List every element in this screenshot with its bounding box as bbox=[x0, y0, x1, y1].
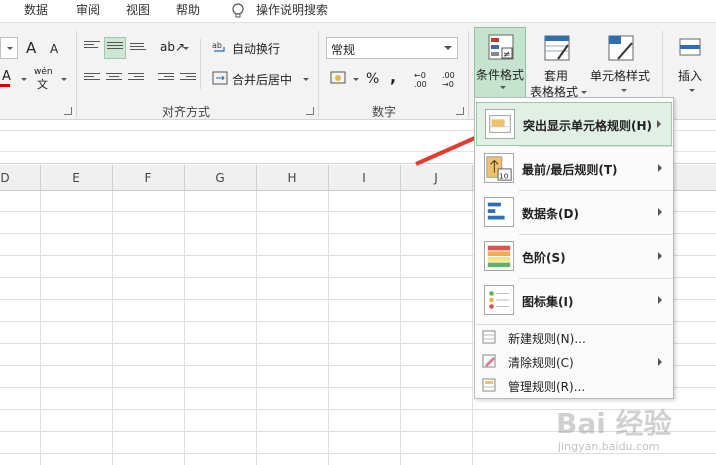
font-color-button[interactable]: A bbox=[0, 69, 16, 87]
conditional-formatting-menu: 突出显示单元格规则(H) 10 最前/最后规则(T) 数据条(D) 色阶(S) bbox=[474, 97, 674, 399]
align-right-icon[interactable] bbox=[128, 73, 144, 85]
ribbon-tabs: 数据 审阅 视图 帮助 操作说明搜索 bbox=[0, 0, 716, 22]
table-format-icon bbox=[544, 35, 570, 61]
menu-item-color-scales[interactable]: 色阶(S) bbox=[476, 235, 672, 279]
svg-text:10: 10 bbox=[499, 171, 509, 180]
insert-button[interactable]: 插入 bbox=[672, 31, 712, 117]
orientation-dropdown[interactable] bbox=[183, 47, 189, 50]
align-middle-button[interactable] bbox=[104, 37, 126, 59]
decrease-indent-icon[interactable] bbox=[158, 73, 174, 85]
svg-text:ab: ab bbox=[212, 41, 222, 50]
menu-item-manage-rules[interactable]: 管理规则(R)... bbox=[476, 374, 672, 398]
menu-item-data-bars[interactable]: 数据条(D) bbox=[476, 191, 672, 235]
increase-indent-icon[interactable] bbox=[180, 73, 196, 85]
color-scales-icon bbox=[484, 241, 514, 271]
menu-item-clear-rules[interactable]: 清除规则(C) bbox=[476, 350, 672, 374]
tab-help[interactable]: 帮助 bbox=[176, 2, 200, 18]
tab-data[interactable]: 数据 bbox=[24, 2, 48, 18]
data-bars-icon bbox=[484, 197, 514, 227]
clear-rules-icon bbox=[482, 354, 496, 368]
tab-review[interactable]: 审阅 bbox=[76, 2, 100, 18]
phonetic-dropdown[interactable] bbox=[61, 78, 67, 81]
font-color-letter: A bbox=[2, 69, 11, 84]
column-header-g[interactable]: G bbox=[184, 171, 256, 185]
wrap-text-button[interactable]: 自动换行 bbox=[232, 40, 280, 57]
column-header-f[interactable]: F bbox=[112, 171, 184, 185]
merge-dropdown[interactable] bbox=[303, 78, 309, 81]
alignment-group-label: 对齐方式 bbox=[162, 105, 211, 119]
align-top-icon[interactable] bbox=[84, 41, 100, 53]
watermark-url: jingyan.baidu.com bbox=[558, 440, 660, 453]
column-header-h[interactable]: H bbox=[256, 171, 328, 185]
menu-item-new-rule[interactable]: 新建规则(N)... bbox=[476, 326, 672, 350]
icon-sets-icon bbox=[484, 285, 514, 315]
phonetic-button[interactable]: wén 文 bbox=[32, 67, 60, 91]
number-group-label: 数字 bbox=[372, 105, 397, 119]
number-format-select[interactable]: 常规 bbox=[326, 37, 458, 59]
lightbulb-icon[interactable] bbox=[230, 2, 246, 20]
orientation-icon[interactable]: ab↗ bbox=[160, 40, 185, 54]
insert-cells-icon bbox=[679, 38, 701, 56]
column-header-j[interactable]: J bbox=[400, 171, 472, 185]
merge-center-icon bbox=[212, 71, 228, 85]
column-header-i[interactable]: I bbox=[328, 171, 400, 185]
column-header-d[interactable]: D bbox=[0, 171, 10, 185]
wrap-text-icon: ab bbox=[212, 41, 225, 52]
menu-item-icon-sets[interactable]: 图标集(I) bbox=[476, 279, 672, 323]
merge-center-button[interactable]: 合并后居中 bbox=[232, 71, 292, 88]
column-header-e[interactable]: E bbox=[40, 171, 112, 185]
increase-font-button[interactable]: A bbox=[26, 39, 36, 57]
decrease-decimal-button[interactable]: .00 →0 bbox=[442, 71, 464, 89]
menu-item-top-bottom-rules[interactable]: 10 最前/最后规则(T) bbox=[476, 147, 672, 191]
tab-view[interactable]: 视图 bbox=[126, 2, 150, 18]
percent-button[interactable]: % bbox=[366, 71, 379, 87]
conditional-formatting-icon: ≠ bbox=[488, 34, 514, 60]
highlight-cells-rules-icon bbox=[485, 109, 515, 139]
manage-rules-icon bbox=[482, 378, 496, 392]
font-size-box[interactable] bbox=[0, 37, 18, 59]
cell-styles-icon bbox=[608, 35, 634, 61]
decrease-font-button[interactable]: A bbox=[50, 42, 58, 56]
accounting-dropdown[interactable] bbox=[353, 78, 359, 81]
new-rule-icon bbox=[482, 330, 496, 344]
font-color-dropdown[interactable] bbox=[21, 78, 27, 81]
alignment-dialog-launcher[interactable] bbox=[306, 107, 314, 115]
accounting-format-icon[interactable] bbox=[330, 69, 348, 87]
menu-item-highlight-cells-rules[interactable]: 突出显示单元格规则(H) bbox=[476, 102, 672, 146]
font-dialog-launcher[interactable] bbox=[64, 107, 72, 115]
watermark-logo: Bai 经验 bbox=[556, 407, 672, 440]
svg-text:≠: ≠ bbox=[503, 50, 511, 60]
align-bottom-icon[interactable] bbox=[130, 43, 146, 55]
comma-button[interactable]: , bbox=[390, 67, 396, 86]
tell-me-search[interactable]: 操作说明搜索 bbox=[256, 2, 328, 18]
top-bottom-rules-icon: 10 bbox=[484, 153, 514, 183]
increase-decimal-button[interactable]: ←0 .00 bbox=[414, 71, 436, 89]
align-center-icon[interactable] bbox=[106, 73, 122, 85]
align-left-icon[interactable] bbox=[84, 73, 100, 85]
